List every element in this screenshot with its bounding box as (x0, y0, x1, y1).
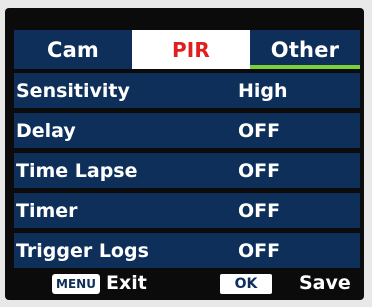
exit-button[interactable]: Exit (106, 272, 147, 294)
setting-label: Delay (16, 119, 76, 142)
setting-value: OFF (238, 119, 281, 142)
setting-label: Timer (16, 199, 78, 222)
tab-pir[interactable]: PIR (132, 30, 250, 69)
setting-value: OFF (238, 239, 281, 262)
setting-label: Sensitivity (16, 79, 130, 102)
setting-value: High (238, 79, 288, 102)
tab-bar: Cam PIR Other (14, 30, 360, 69)
setting-row-delay[interactable]: Delay OFF (14, 113, 360, 148)
softkey-footer: MENU Exit OK Save (5, 272, 364, 300)
setting-row-sensitivity[interactable]: Sensitivity High (14, 73, 360, 108)
setting-label: Time Lapse (16, 159, 138, 182)
pir-settings-list: Sensitivity High Delay OFF Time Lapse OF… (14, 73, 360, 273)
tab-cam[interactable]: Cam (14, 30, 132, 69)
ok-key-icon: OK (220, 274, 272, 294)
setting-value: OFF (238, 159, 281, 182)
setting-row-time-lapse[interactable]: Time Lapse OFF (14, 153, 360, 188)
setting-label: Trigger Logs (16, 239, 149, 262)
setting-row-trigger-logs[interactable]: Trigger Logs OFF (14, 233, 360, 268)
camera-settings-screen: Cam PIR Other Sensitivity High Delay OFF… (5, 8, 364, 300)
setting-value: OFF (238, 199, 281, 222)
save-button[interactable]: Save (299, 272, 351, 294)
tab-other[interactable]: Other (250, 30, 360, 69)
setting-row-timer[interactable]: Timer OFF (14, 193, 360, 228)
menu-key-icon: MENU (52, 274, 100, 294)
